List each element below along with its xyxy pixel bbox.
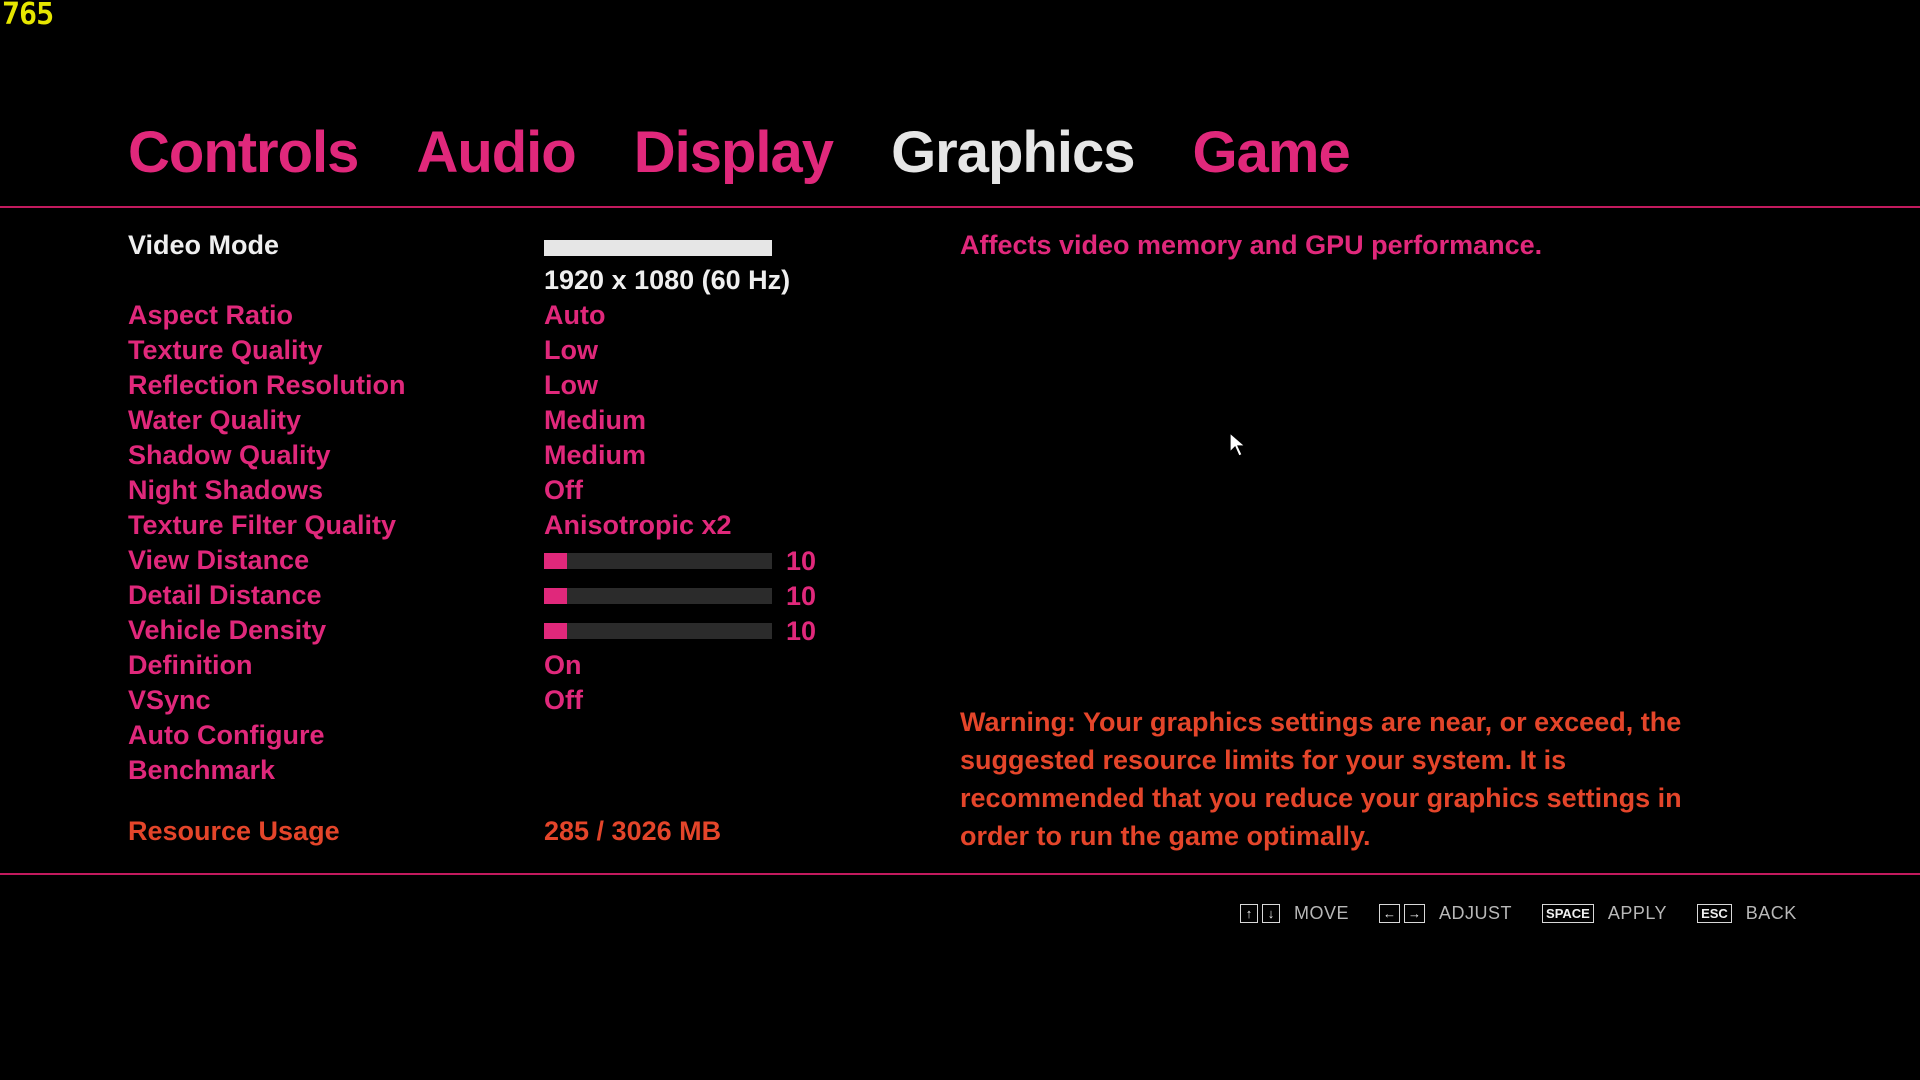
resource-usage-row: Resource Usage 285 / 3026 MB bbox=[128, 814, 888, 849]
setting-value: On bbox=[544, 650, 582, 680]
auto-configure-button[interactable]: Auto Configure bbox=[128, 718, 888, 753]
benchmark-button[interactable]: Benchmark bbox=[128, 753, 888, 788]
setting-detail-distance[interactable]: Detail Distance 10 bbox=[128, 578, 888, 613]
setting-reflection-resolution[interactable]: Reflection Resolution Low bbox=[128, 368, 888, 403]
setting-video-mode[interactable]: Video Mode bbox=[128, 228, 888, 263]
setting-value: Auto bbox=[544, 300, 606, 330]
setting-label: Night Shadows bbox=[128, 475, 323, 505]
setting-label: Aspect Ratio bbox=[128, 300, 294, 330]
slider-value: 10 bbox=[786, 616, 817, 646]
tab-controls[interactable]: Controls bbox=[128, 118, 359, 188]
setting-label: Definition bbox=[128, 650, 253, 680]
hint-back-label[interactable]: BACK bbox=[1746, 903, 1797, 924]
tab-game[interactable]: Game bbox=[1193, 118, 1351, 188]
left-arrow-key-icon: ← bbox=[1379, 903, 1401, 923]
slider-fill bbox=[544, 588, 567, 604]
setting-value: Medium bbox=[544, 440, 647, 470]
slider-fill bbox=[544, 623, 567, 639]
setting-value: Off bbox=[544, 475, 583, 505]
tab-audio[interactable]: Audio bbox=[416, 118, 576, 188]
setting-vehicle-density[interactable]: Vehicle Density 10 bbox=[128, 613, 888, 648]
setting-label: Water Quality bbox=[128, 405, 302, 435]
vehicle-density-slider[interactable] bbox=[544, 623, 772, 639]
setting-label: View Distance bbox=[128, 545, 310, 575]
setting-value: Low bbox=[544, 335, 598, 365]
detail-distance-slider[interactable] bbox=[544, 588, 772, 604]
setting-texture-quality[interactable]: Texture Quality Low bbox=[128, 333, 888, 368]
space-key-icon[interactable]: SPACE bbox=[1542, 903, 1594, 923]
setting-value: Anisotropic x2 bbox=[544, 510, 732, 540]
setting-view-distance[interactable]: View Distance 10 bbox=[128, 543, 888, 578]
setting-definition[interactable]: Definition On bbox=[128, 648, 888, 683]
setting-description: Affects video memory and GPU performance… bbox=[960, 230, 1543, 260]
setting-label: Detail Distance bbox=[128, 580, 322, 610]
esc-key-icon[interactable]: ESC bbox=[1697, 903, 1732, 923]
setting-value: Low bbox=[544, 370, 598, 400]
resource-warning: Warning: Your graphics settings are near… bbox=[960, 707, 1682, 851]
setting-value: 1920 x 1080 (60 Hz) bbox=[544, 265, 791, 295]
setting-label: Benchmark bbox=[128, 755, 276, 785]
setting-label: VSync bbox=[128, 685, 211, 715]
setting-label: Reflection Resolution bbox=[128, 370, 406, 400]
setting-shadow-quality[interactable]: Shadow Quality Medium bbox=[128, 438, 888, 473]
slider-fill bbox=[544, 553, 567, 569]
setting-label: Auto Configure bbox=[128, 720, 325, 750]
tab-graphics[interactable]: Graphics bbox=[891, 118, 1135, 188]
resource-usage-value: 285 / 3026 MB bbox=[544, 816, 722, 846]
setting-label: Shadow Quality bbox=[128, 440, 331, 470]
setting-label: Vehicle Density bbox=[128, 615, 327, 645]
resource-usage-label: Resource Usage bbox=[128, 816, 340, 846]
slider-value: 10 bbox=[786, 581, 817, 611]
setting-label: Texture Quality bbox=[128, 335, 323, 365]
video-mode-bar[interactable] bbox=[544, 240, 772, 256]
setting-value: Off bbox=[544, 685, 583, 715]
setting-video-mode-value-row: 1920 x 1080 (60 Hz) bbox=[128, 263, 888, 298]
setting-label: Video Mode bbox=[128, 230, 280, 260]
setting-water-quality[interactable]: Water Quality Medium bbox=[128, 403, 888, 438]
menu-tabs: Controls Audio Display Graphics Game bbox=[128, 118, 1408, 188]
top-divider bbox=[0, 206, 1920, 208]
setting-label: Texture Filter Quality bbox=[128, 510, 397, 540]
slider-value: 10 bbox=[786, 546, 817, 576]
right-arrow-key-icon: → bbox=[1404, 903, 1426, 923]
setting-aspect-ratio[interactable]: Aspect Ratio Auto bbox=[128, 298, 888, 333]
hint-apply-label[interactable]: APPLY bbox=[1608, 903, 1667, 924]
setting-value: Medium bbox=[544, 405, 647, 435]
hint-adjust-label: ADJUST bbox=[1439, 902, 1513, 923]
control-hints: ↑ ↓ MOVE ← → ADJUST SPACE APPLY ESC BACK bbox=[1240, 899, 1827, 927]
tab-display[interactable]: Display bbox=[634, 118, 834, 188]
setting-night-shadows[interactable]: Night Shadows Off bbox=[128, 473, 888, 508]
fps-counter: 765 bbox=[2, 0, 54, 32]
up-arrow-key-icon: ↑ bbox=[1240, 903, 1258, 923]
hint-move-label: MOVE bbox=[1294, 902, 1350, 923]
bottom-divider bbox=[0, 873, 1920, 875]
view-distance-slider[interactable] bbox=[544, 553, 772, 569]
setting-texture-filter-quality[interactable]: Texture Filter Quality Anisotropic x2 bbox=[128, 508, 888, 543]
setting-vsync[interactable]: VSync Off bbox=[128, 683, 888, 718]
down-arrow-key-icon: ↓ bbox=[1262, 903, 1280, 923]
